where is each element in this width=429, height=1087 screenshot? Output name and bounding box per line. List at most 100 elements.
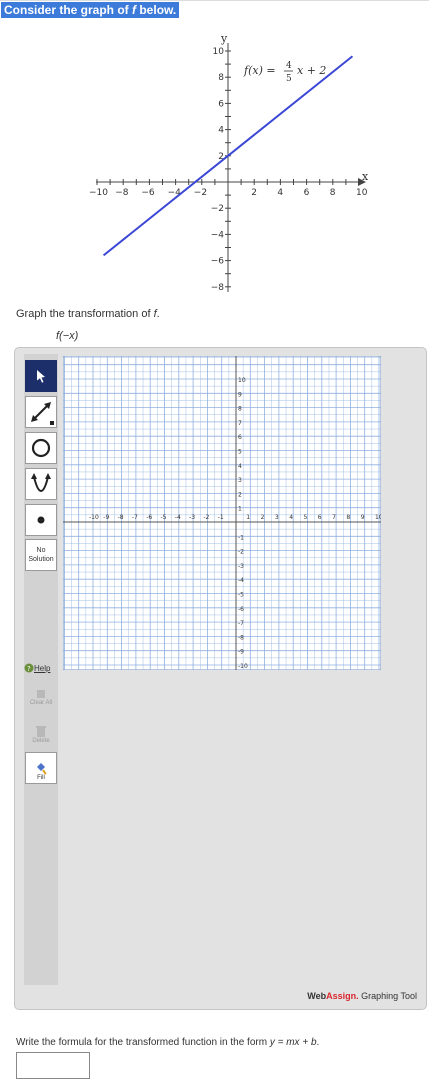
- graph-x-tick-label: 7: [332, 514, 336, 521]
- function-label-numerator: 4: [286, 61, 292, 71]
- graph-x-tick-label: 4: [289, 514, 293, 521]
- graph-x-tick-label: -6: [146, 514, 152, 521]
- graph-y-tick-label: 10: [238, 377, 246, 384]
- no-solution-line2: Solution: [28, 556, 54, 563]
- question-prompt: Consider the graph of f below.: [1, 2, 180, 18]
- pointer-icon: [37, 370, 45, 383]
- given-y-tick-label: 4: [218, 126, 224, 136]
- graph-x-tick-label: -5: [161, 514, 167, 521]
- transformation-text: Graph the transformation of: [16, 308, 154, 320]
- graph-y-tick-label: 8: [238, 406, 242, 413]
- graph-x-tick-label: 9: [361, 514, 365, 521]
- line-icon: [31, 402, 54, 425]
- svg-text:?: ?: [27, 665, 31, 673]
- answer-input[interactable]: [16, 1052, 90, 1079]
- graph-y-tick-label: 4: [238, 463, 242, 470]
- graph-y-tick-label: 3: [238, 477, 242, 484]
- graph-x-tick-label: -3: [189, 514, 195, 521]
- given-function-graph: x y −10−8−6−4−2246810108642−2−4−6−8−10 f…: [89, 32, 369, 293]
- circle-tool-button[interactable]: [25, 432, 57, 464]
- graphing-canvas[interactable]: -10 -9 -8 -7 -6 -5 -4 -3 -2 -1 1 2 3 4 5 6 7 8 9 10 10 9 8 7 6 5 4…: [63, 356, 381, 670]
- given-x-tick-label: −4: [168, 188, 182, 198]
- graphing-toolbar: No Solution ? Help Clear All Delete Fill: [24, 354, 58, 985]
- point-icon: [37, 516, 45, 524]
- graph-x-tick-label: 5: [304, 514, 308, 521]
- help-label: Help: [34, 663, 51, 673]
- given-x-axis-label: x: [362, 170, 369, 183]
- answer-form: y = mx + b: [269, 1037, 317, 1048]
- graph-y-tick-label: -7: [238, 620, 244, 627]
- given-y-tick-label: −4: [211, 230, 225, 240]
- graph-y-tick-label: -8: [238, 634, 244, 641]
- graphing-tool-panel: No Solution ? Help Clear All Delete Fill…: [14, 347, 427, 1010]
- transformation-prompt: Graph the transformation of f.: [16, 308, 160, 320]
- graph-y-tick-label: 1: [238, 506, 242, 513]
- given-y-tick-label: −6: [211, 257, 225, 267]
- given-x-tick-label: 6: [304, 188, 310, 198]
- brand-rest: Graphing Tool: [358, 991, 417, 1001]
- given-x-tick-label: −2: [194, 188, 207, 198]
- pointer-tool-button[interactable]: [25, 360, 57, 392]
- clear-all-icon: [37, 690, 45, 698]
- function-label-left: f(x) =: [243, 64, 276, 77]
- function-label-right: x + 2: [297, 64, 326, 77]
- no-solution-line1: No: [36, 547, 46, 554]
- graph-y-tick-label: -3: [238, 563, 244, 570]
- prompt-text-end: below.: [136, 3, 177, 17]
- graph-x-tick-label: 10: [375, 514, 381, 521]
- graph-y-tick-label: 2: [238, 491, 242, 498]
- graph-y-tick-label: -4: [238, 577, 244, 584]
- given-y-tick-label: 6: [218, 99, 224, 109]
- graph-x-tick-label: -1: [218, 514, 224, 521]
- help-link[interactable]: ? Help: [24, 663, 50, 673]
- clear-all-label: Clear All: [29, 700, 53, 706]
- graph-x-tick-label: 1: [246, 514, 250, 521]
- top-divider: [0, 0, 429, 1]
- clear-all-button[interactable]: Clear All: [25, 676, 57, 708]
- graph-x-tick-label: -4: [175, 514, 181, 521]
- graph-y-tick-label: -10: [238, 663, 248, 670]
- given-y-tick-label: −2: [211, 204, 224, 214]
- graph-x-tick-label: 2: [261, 514, 265, 521]
- given-y-axis-label: y: [220, 32, 228, 45]
- graph-x-tick-label: 8: [346, 514, 350, 521]
- given-x-tick-label: −8: [115, 188, 129, 198]
- fill-button[interactable]: Fill: [25, 752, 57, 784]
- graph-y-tick-label: -2: [238, 549, 244, 556]
- transformation-expression: f(−x): [56, 330, 79, 342]
- transformation-text-end: .: [156, 308, 160, 320]
- parabola-tool-button[interactable]: [25, 468, 57, 500]
- graph-x-tick-label: -10: [89, 514, 99, 521]
- delete-button[interactable]: Delete: [25, 714, 57, 746]
- graph-y-tick-label: 6: [238, 434, 242, 441]
- help-icon: ?: [24, 663, 34, 673]
- prompt-text: Consider the graph of: [4, 3, 133, 17]
- graph-x-tick-label: -9: [103, 514, 109, 521]
- given-y-tick-label: −8: [211, 283, 225, 293]
- graph-y-tick-label: 9: [238, 391, 242, 398]
- parabola-icon: [31, 473, 51, 492]
- graph-y-tick-label: 7: [238, 420, 242, 427]
- given-x-tick-label: −10: [89, 188, 108, 198]
- given-x-tick-label: 2: [251, 188, 257, 198]
- given-y-tick-label: 8: [218, 73, 224, 83]
- line-tool-button[interactable]: [25, 396, 57, 428]
- answer-prompt-end: .: [316, 1037, 320, 1048]
- no-solution-button[interactable]: No Solution: [25, 539, 57, 571]
- given-x-tick-label: 4: [277, 188, 283, 198]
- graph-x-tick-label: 6: [318, 514, 322, 521]
- answer-prompt-text: Write the formula for the transformed fu…: [16, 1037, 270, 1048]
- fill-label: Fill: [37, 775, 45, 781]
- trash-icon: [36, 726, 46, 737]
- point-tool-button[interactable]: [25, 504, 57, 536]
- graph-x-tick-label: -8: [118, 514, 124, 521]
- graph-x-tick-label: 3: [275, 514, 279, 521]
- brand-assign: Assign.: [326, 991, 359, 1001]
- circle-icon: [31, 438, 51, 458]
- given-y-tick-label: 10: [213, 47, 225, 57]
- graph-y-tick-label: -6: [238, 606, 244, 613]
- fill-bucket-icon: [37, 763, 47, 775]
- delete-label: Delete: [32, 738, 50, 744]
- given-x-tick-label: −6: [141, 188, 155, 198]
- graph-x-tick-label: -2: [203, 514, 209, 521]
